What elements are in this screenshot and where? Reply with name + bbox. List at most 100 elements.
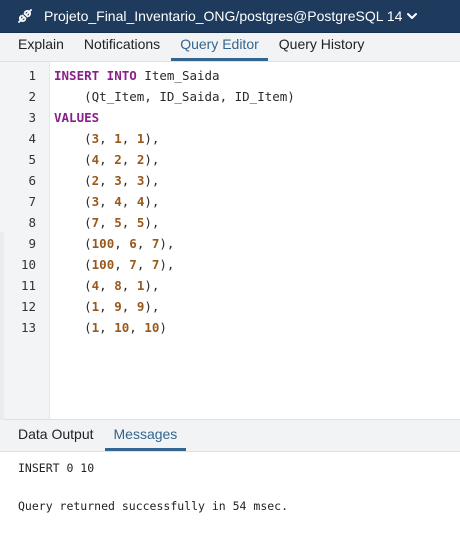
tab-messages[interactable]: Messages [104,426,187,451]
sql-number: 5 [114,215,122,230]
line-number: 7 [28,194,36,209]
main-tabs: Explain Notifications Query Editor Query… [0,33,460,62]
connection-title[interactable]: Projeto_Final_Inventario_ONG/postgres@Po… [44,8,402,24]
line-number: 13 [20,320,36,335]
sql-text: Item_Saida [136,68,220,83]
message-status: Query returned successfully in 54 msec. [18,499,289,513]
sql-text: ), [144,131,160,146]
line-number: 6 [28,173,36,188]
sql-text: ( [54,236,92,251]
sql-number: 100 [91,257,115,272]
sql-text: ( [54,215,92,230]
sql-text: , [99,215,115,230]
sql-number: 4 [114,194,122,209]
sql-text: ( [54,320,92,335]
sql-text: ( [54,173,92,188]
sql-text: , [99,173,115,188]
sql-text: , [99,299,115,314]
sql-text: ( [54,194,92,209]
code-line[interactable]: (100, 7, 7), [54,257,174,272]
line-number: 11 [20,278,36,293]
code-line[interactable]: (2, 3, 3), [54,173,159,188]
line-number: 10 [20,257,36,272]
code-line[interactable]: (7, 5, 5), [54,215,159,230]
sql-text: , [99,152,115,167]
code-line[interactable]: (3, 1, 1), [54,131,159,146]
line-number: 3 [28,110,36,125]
sql-text: , [129,320,145,335]
sql-text: , [136,236,152,251]
unplug-connection-icon[interactable] [14,5,36,27]
tab-explain[interactable]: Explain [9,36,73,61]
sql-text: ( [54,257,92,272]
sql-number: 8 [114,278,122,293]
sql-text: , [121,194,137,209]
code-line[interactable]: (100, 6, 7), [54,236,174,251]
sql-text: ), [144,299,160,314]
line-number: 8 [28,215,36,230]
sql-keyword: VALUES [54,110,100,125]
sql-text: , [121,152,137,167]
sql-text: ( [54,278,92,293]
code-line[interactable]: (1, 9, 9), [54,299,159,314]
sql-number: 7 [129,257,137,272]
code-line[interactable]: (4, 2, 2), [54,152,159,167]
sql-text: , [136,257,152,272]
sql-text: ), [159,236,175,251]
sql-number: 1 [114,131,122,146]
line-number: 5 [28,152,36,167]
message-result: INSERT 0 10 [18,461,95,475]
sql-text: , [99,320,115,335]
sql-text: , [114,257,130,272]
sql-number: 9 [114,299,122,314]
line-number: 9 [28,236,36,251]
sql-text: , [99,131,115,146]
tab-query-editor[interactable]: Query Editor [171,36,268,61]
chevron-down-icon[interactable] [407,12,418,20]
sql-text: , [121,278,137,293]
messages-panel: INSERT 0 10 Query returned successfully … [0,452,460,539]
editor-scroll-edge [0,232,4,420]
sql-text: ), [144,278,160,293]
line-number: 12 [20,299,36,314]
code-line[interactable]: (Qt_Item, ID_Saida, ID_Item) [54,89,295,104]
sql-text: ( [54,131,92,146]
sql-number: 10 [114,320,130,335]
line-number: 1 [28,68,36,83]
sql-text: ), [144,194,160,209]
sql-text: , [121,173,137,188]
sql-text: , [114,236,130,251]
connection-bar[interactable]: Projeto_Final_Inventario_ONG/postgres@Po… [0,0,460,33]
sql-text: , [121,131,137,146]
code-line[interactable]: VALUES [54,110,99,125]
line-number: 4 [28,131,36,146]
code-line[interactable]: (1, 10, 10) [54,320,167,335]
sql-text: (Qt_Item, ID_Saida, ID_Item) [54,89,295,104]
code-line[interactable]: INSERT INTO Item_Saida [54,68,220,83]
line-number-gutter: 1 2 3 4 5 6 7 8 9 10 11 12 13 [0,62,50,419]
sql-text: ( [54,299,92,314]
sql-number: 2 [114,152,122,167]
sql-text: , [99,194,115,209]
sql-number: 10 [144,320,160,335]
sql-text: ), [144,173,160,188]
code-line[interactable]: (3, 4, 4), [54,194,159,209]
code-line[interactable]: (4, 8, 1), [54,278,159,293]
query-editor[interactable]: 1 2 3 4 5 6 7 8 9 10 11 12 13 INSERT INTO Item_Saida… [0,62,460,420]
tab-data-output[interactable]: Data Output [9,426,103,451]
sql-text: , [99,278,115,293]
sql-number: 100 [91,236,115,251]
tab-query-history[interactable]: Query History [270,36,374,61]
sql-keyword: INSERT INTO [54,68,137,83]
sql-text: ), [159,257,175,272]
sql-number: 3 [114,173,122,188]
sql-text: , [121,215,137,230]
sql-text: ) [159,320,167,335]
sql-text: ), [144,215,160,230]
sql-text: ), [144,152,160,167]
line-number: 2 [28,89,36,104]
sql-number: 6 [129,236,137,251]
result-tabs: Data Output Messages [0,420,460,452]
tab-notifications[interactable]: Notifications [75,36,169,61]
sql-text: , [121,299,137,314]
